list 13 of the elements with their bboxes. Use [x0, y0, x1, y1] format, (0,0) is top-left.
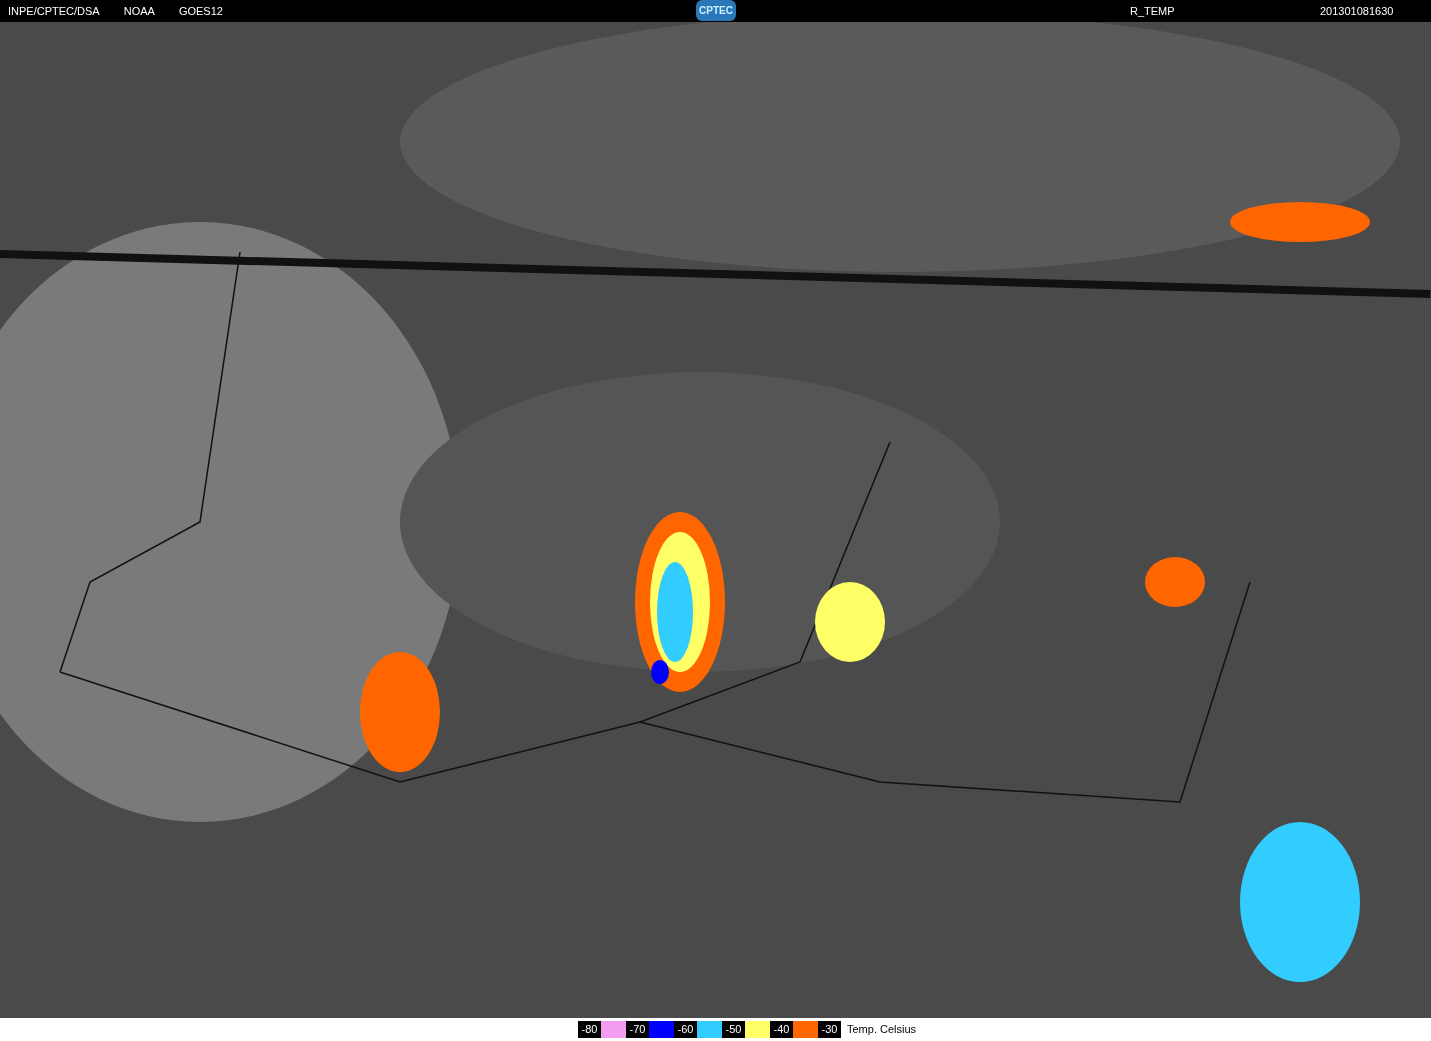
legend-unit: Temp. Celsius [847, 1022, 917, 1038]
header-label: GOES12 [178, 3, 223, 19]
legend-label: -50 [722, 1021, 745, 1038]
header-label: NOAA [123, 3, 155, 19]
legend-label: -80 [578, 1021, 601, 1038]
timestamp: 201301081630 [1320, 3, 1394, 19]
legend-label: -40 [770, 1021, 793, 1038]
legend-label: -60 [674, 1021, 697, 1038]
legend-label: -30 [818, 1021, 841, 1038]
header-label: INPE/CPTEC/DSA [8, 3, 100, 19]
product-label: R_TEMP [1130, 3, 1175, 19]
logo: CPTEC [696, 0, 736, 21]
legend-label: -70 [626, 1021, 649, 1038]
